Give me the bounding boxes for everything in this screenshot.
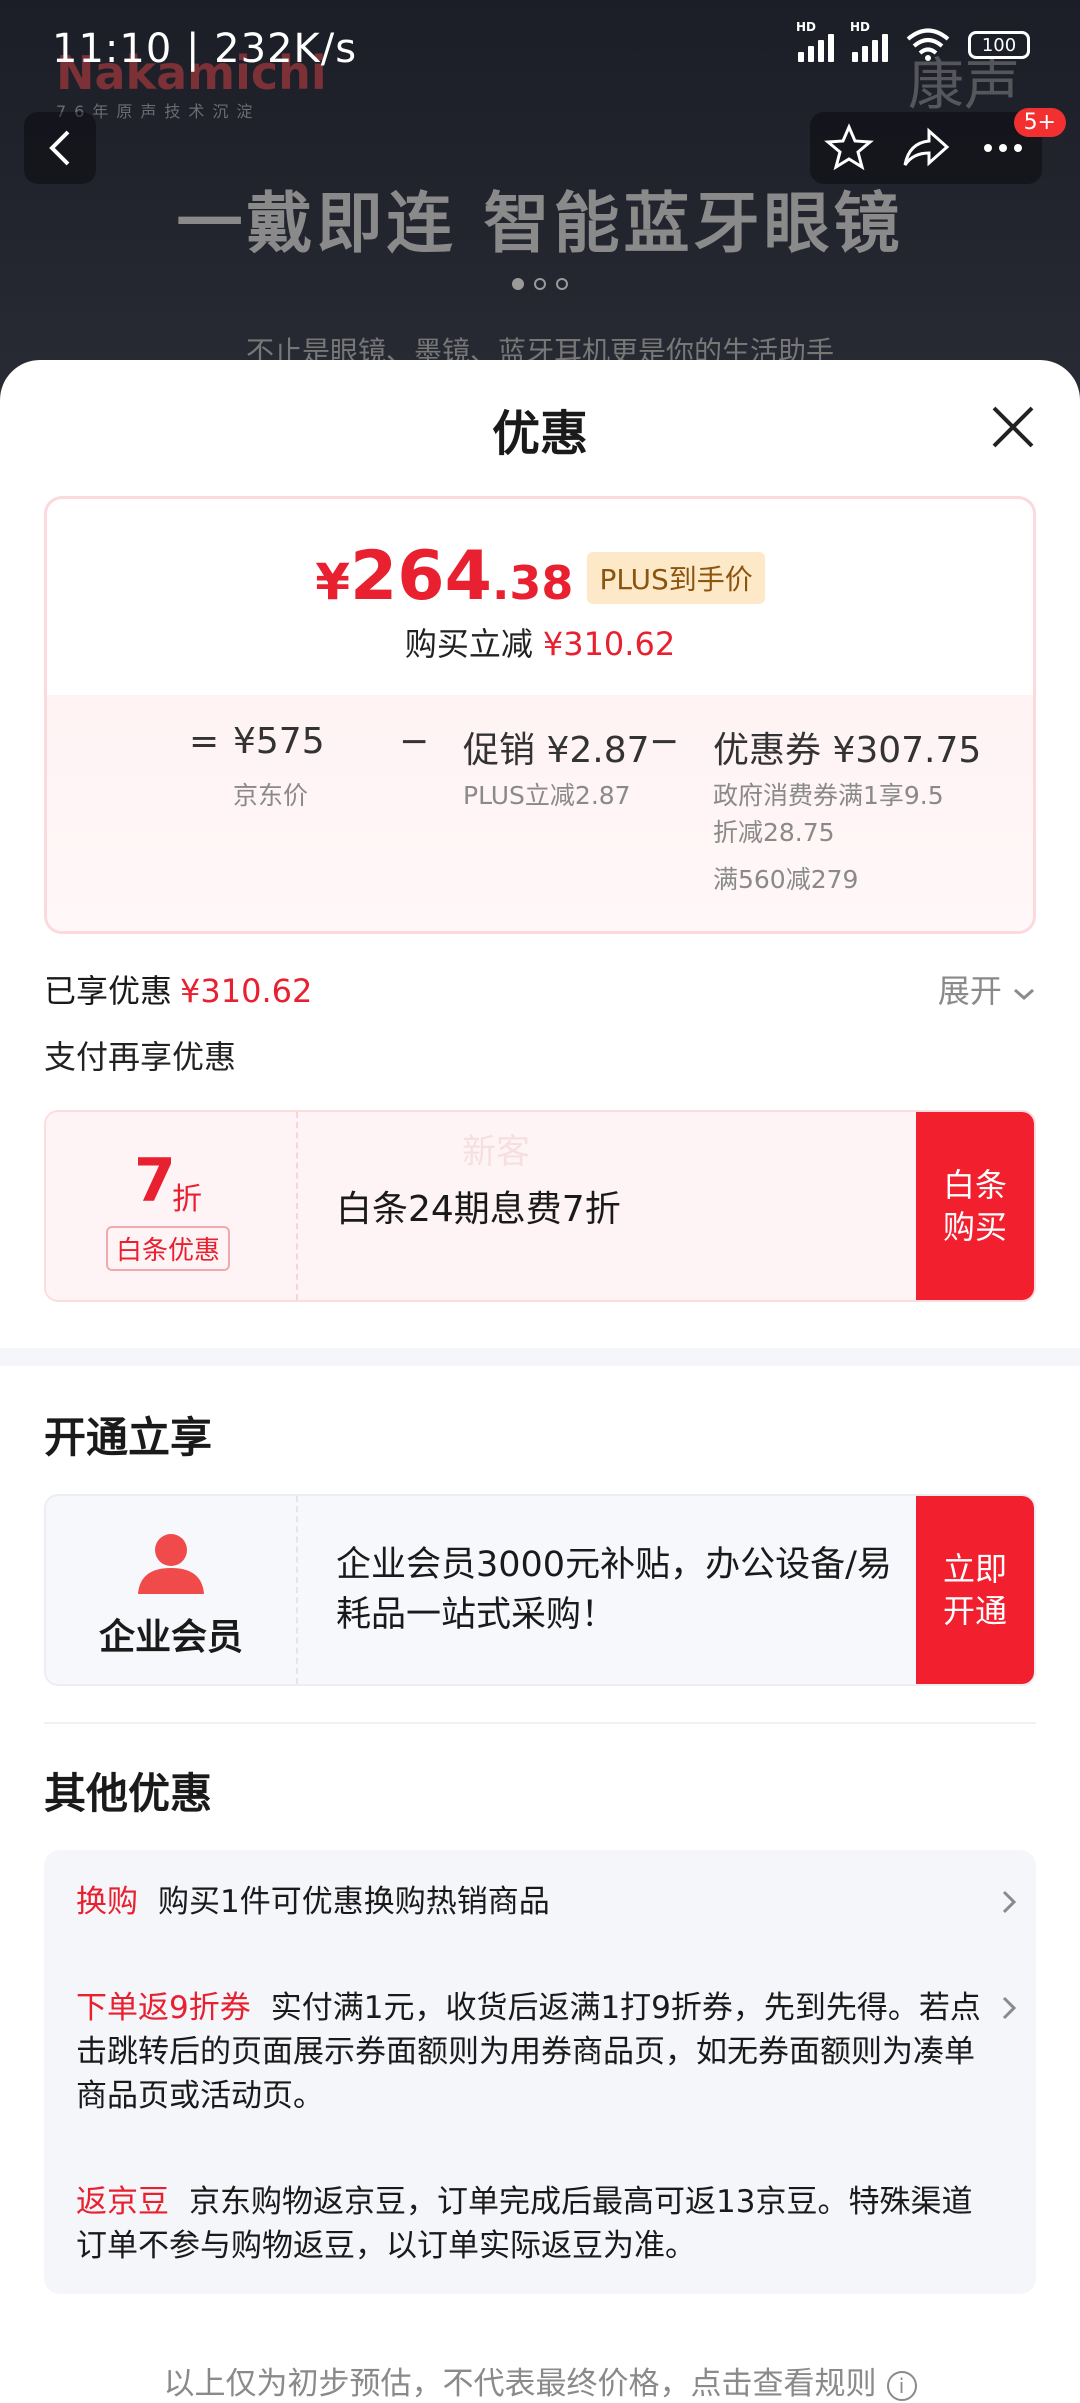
- baitiao-text: 白条24期息费7折: [336, 1189, 621, 1230]
- chevron-right-icon: [1002, 1890, 1017, 1914]
- enterprise-card[interactable]: 企业会员 企业会员3000元补贴，办公设备/易耗品一站式采购！ 立即开通: [44, 1494, 1036, 1686]
- jd-price-label: 京东价: [233, 781, 309, 810]
- final-price: ¥ 264 .38 PLUS到手价: [47, 537, 1033, 616]
- carousel-dots: [0, 278, 1080, 290]
- star-icon[interactable]: [823, 123, 874, 173]
- offer-row[interactable]: 下单返9折券 实付满1元，收货后返满1打9折券，先到先得。若点击跳转后的页面展示券…: [76, 1986, 1017, 2118]
- status-bar: 11:10 | 232K/s HD HD 100: [0, 0, 1080, 100]
- chevron-left-icon: [49, 130, 70, 166]
- other-offers: 换购 购买1件可优惠换购热销商品 下单返9折券 实付满1元，收货后返满1打9折券，先…: [44, 1850, 1036, 2294]
- formula-minus-2: −: [649, 721, 680, 762]
- chevron-right-icon: [1002, 1996, 1017, 2020]
- offer-row: 返京豆 京东购物返京豆，订单完成后最高可返13京豆。特殊渠道订单不参与购物返豆，以…: [76, 2184, 973, 2264]
- person-icon: [138, 1534, 204, 1594]
- price-formula: = ¥575 京东价 − 促销 ¥2.87 PLUS立减2.87 − 优惠券 ¥…: [47, 695, 1033, 931]
- formula-equals: =: [189, 721, 220, 762]
- coupon-detail-3: 满560减279: [713, 865, 859, 894]
- pay-title: 支付再享优惠: [44, 1038, 237, 1076]
- expand-button[interactable]: 展开: [938, 966, 1036, 1012]
- newcomer-watermark: 新客: [462, 1132, 530, 1172]
- chevron-down-icon: [1014, 988, 1034, 1001]
- baitiao-discount: 7 折 白条优惠: [46, 1112, 298, 1300]
- status-time: 11:10 | 232K/s: [52, 26, 358, 72]
- price-card: ¥ 264 .38 PLUS到手价 购买立减 ¥310.62 = ¥575 京东价…: [44, 496, 1036, 934]
- product-headline: 一戴即连 智能蓝牙眼镜: [176, 185, 904, 262]
- section-divider: [0, 1348, 1080, 1366]
- enjoyed-row: 已享优惠 ¥310.62 展开: [44, 966, 1036, 1012]
- enjoyed-value: ¥310.62: [180, 972, 313, 1010]
- baitiao-buy-button[interactable]: 白条购买: [916, 1112, 1034, 1300]
- save-line: 购买立减 ¥310.62: [404, 625, 676, 663]
- other-section-title: 其他优惠: [44, 1769, 213, 1818]
- baitiao-tag: 白条优惠: [106, 1226, 231, 1271]
- info-icon: i: [886, 2370, 917, 2401]
- close-icon[interactable]: [988, 402, 1038, 452]
- carousel-dot: [512, 278, 524, 290]
- carousel-dot: [556, 278, 568, 290]
- jd-price: ¥575: [233, 721, 325, 762]
- baitiao-card[interactable]: 7 折 白条优惠 新客 白条24期息费7折 白条购买: [44, 1110, 1036, 1302]
- battery-icon: 100: [968, 31, 1030, 59]
- signal-icon-2: HD: [850, 20, 888, 62]
- open-now-button[interactable]: 立即开通: [916, 1496, 1034, 1684]
- open-section-title: 开通立享: [44, 1413, 213, 1462]
- divider-line: [44, 1722, 1036, 1724]
- offer-row[interactable]: 换购 购买1件可优惠换购热销商品: [76, 1880, 1017, 1924]
- wifi-icon: [906, 28, 950, 61]
- sheet-title: 优惠: [491, 406, 588, 462]
- product-background: Nakamichi 76年原声技术沉淀 康声 11:10 | 232K/s HD…: [0, 0, 1080, 420]
- promo-amount: 促销 ¥2.87: [463, 730, 650, 771]
- coupon-detail-1: 政府消费券满1享9.5: [713, 781, 944, 810]
- share-icon[interactable]: [901, 123, 951, 173]
- promo-detail: PLUS立减2.87: [463, 781, 631, 810]
- enjoyed-label: 已享优惠: [44, 972, 173, 1010]
- formula-minus: −: [399, 721, 430, 762]
- message-badge: 5+: [1013, 108, 1066, 137]
- enterprise-label: 企业会员: [98, 1617, 243, 1658]
- signal-icon: HD: [796, 20, 834, 62]
- rules-footer[interactable]: 以上仅为初步预估，不代表最终价格，点击查看规则 i: [0, 2358, 1080, 2403]
- enterprise-text: 企业会员3000元补贴，办公设备/易耗品一站式采购！: [336, 1545, 892, 1635]
- coupon-detail-2: 折减28.75: [713, 818, 835, 847]
- coupon-amount: 优惠券 ¥307.75: [713, 730, 982, 771]
- carousel-dot: [534, 278, 546, 290]
- plus-price-tag: PLUS到手价: [587, 552, 765, 604]
